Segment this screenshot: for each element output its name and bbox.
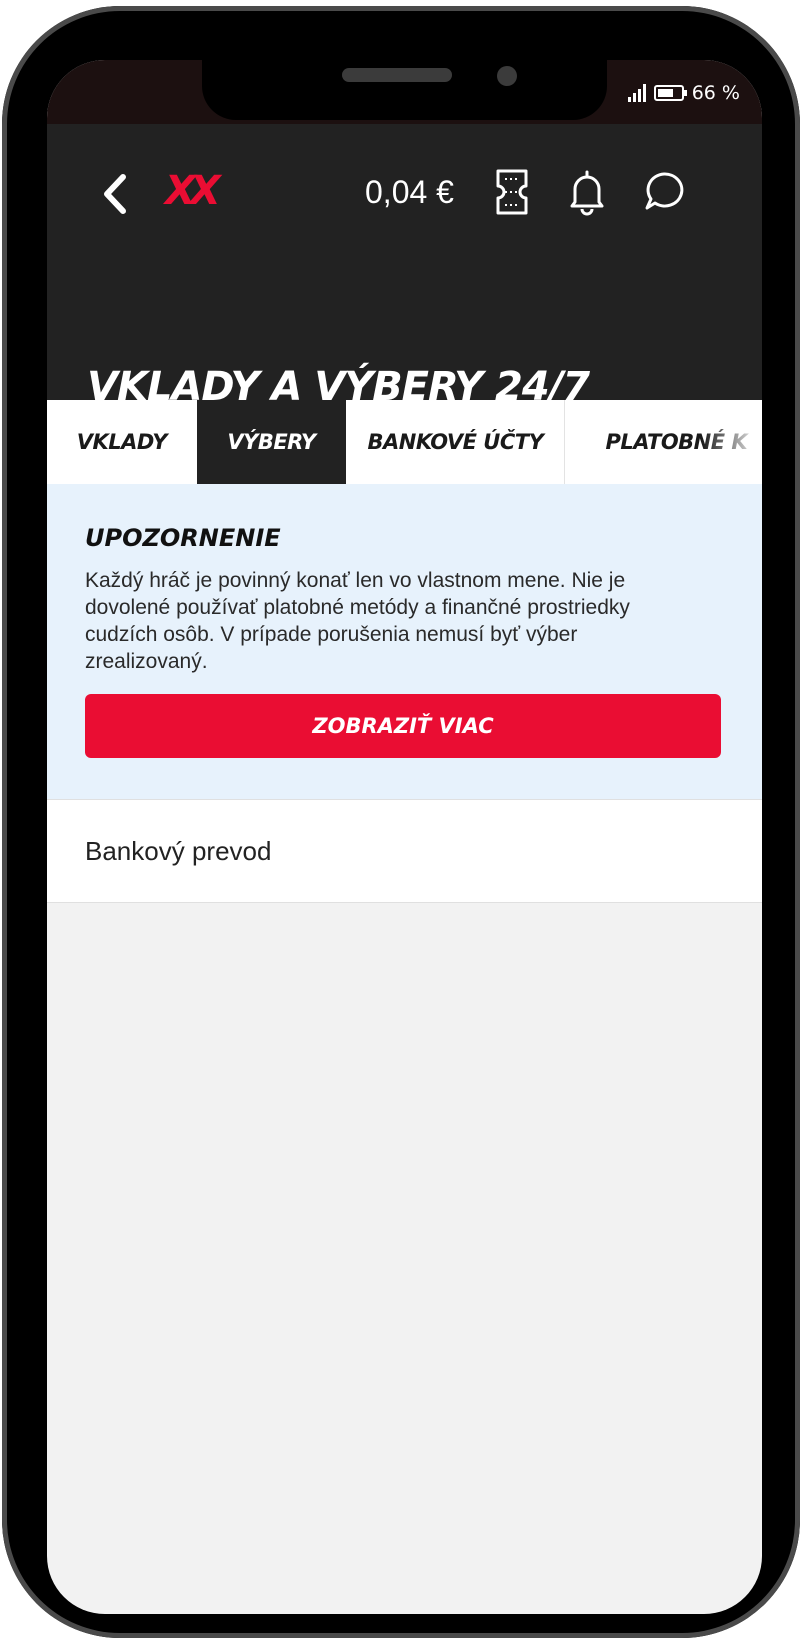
speaker (342, 68, 452, 82)
tab-bank-accounts[interactable]: BANKOVÉ ÚČTY (346, 400, 566, 484)
brand-logo[interactable]: XX (165, 168, 235, 214)
status-indicators: 66 % (627, 82, 740, 104)
tab-withdrawals[interactable]: VÝBERY (196, 400, 347, 484)
tab-deposits[interactable]: VKLADY (47, 400, 197, 484)
notice-text: Každý hráč je povinný konať len vo vlast… (85, 569, 630, 673)
tab-bar: VKLADY VÝBERY BANKOVÉ ÚČTY PLATOBNÉ K (47, 400, 762, 484)
screen: 66 % XX 0,04 € VKLADY A VÝBERY 24/7 VKLA… (47, 60, 762, 1614)
betslip-ticket-icon[interactable] (490, 168, 534, 216)
show-more-button[interactable]: ZOBRAZIŤ VIAC (85, 694, 721, 758)
payment-method-row[interactable]: Bankový prevod (47, 800, 762, 903)
warning-notice: UPOZORNENIE Každý hráč je povinný konať … (47, 484, 762, 800)
account-balance[interactable]: 0,04 € (365, 170, 454, 214)
front-camera (497, 66, 517, 86)
notch (202, 60, 607, 120)
phone-body: 66 % XX 0,04 € VKLADY A VÝBERY 24/7 VKLA… (2, 6, 800, 1638)
notice-title: UPOZORNENIE (85, 524, 281, 552)
chat-bubble-icon[interactable] (642, 168, 686, 216)
phone-frame: 66 % XX 0,04 € VKLADY A VÝBERY 24/7 VKLA… (0, 0, 800, 1644)
status-bar: 66 % (47, 60, 762, 124)
tabs-scroll-fade (702, 400, 762, 484)
battery-icon (653, 85, 687, 101)
signal-icon (627, 84, 646, 102)
back-arrow-icon[interactable] (97, 169, 137, 219)
payment-method-label: Bankový prevod (85, 835, 272, 866)
notification-bell-icon[interactable] (565, 168, 609, 216)
battery-percentage: 66 % (691, 82, 740, 104)
